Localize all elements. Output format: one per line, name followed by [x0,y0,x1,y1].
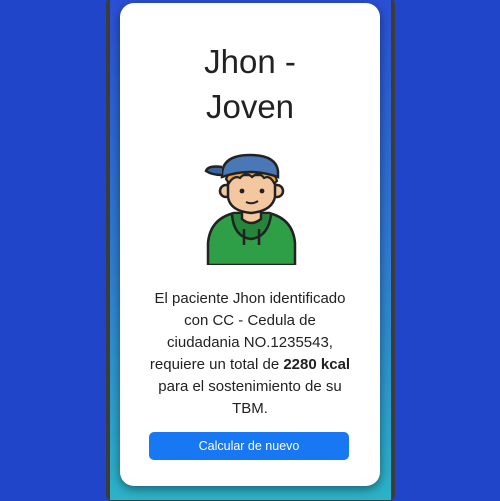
page-title: Jhon - Joven [120,39,380,129]
title-line-2: Joven [205,88,295,125]
kcal-value: 2280 kcal [283,356,351,373]
recalculate-button[interactable]: Calcular de nuevo [149,432,349,460]
title-line-1: Jhon - [204,43,296,80]
young-man-avatar-icon [204,153,297,265]
result-card: Jhon - Joven El paciente Jhon identifica… [120,3,380,486]
result-description: El paciente Jhon identificado con CC - C… [148,288,352,420]
result-text-suffix: para el sostenimiento de su TBM. [158,378,342,417]
